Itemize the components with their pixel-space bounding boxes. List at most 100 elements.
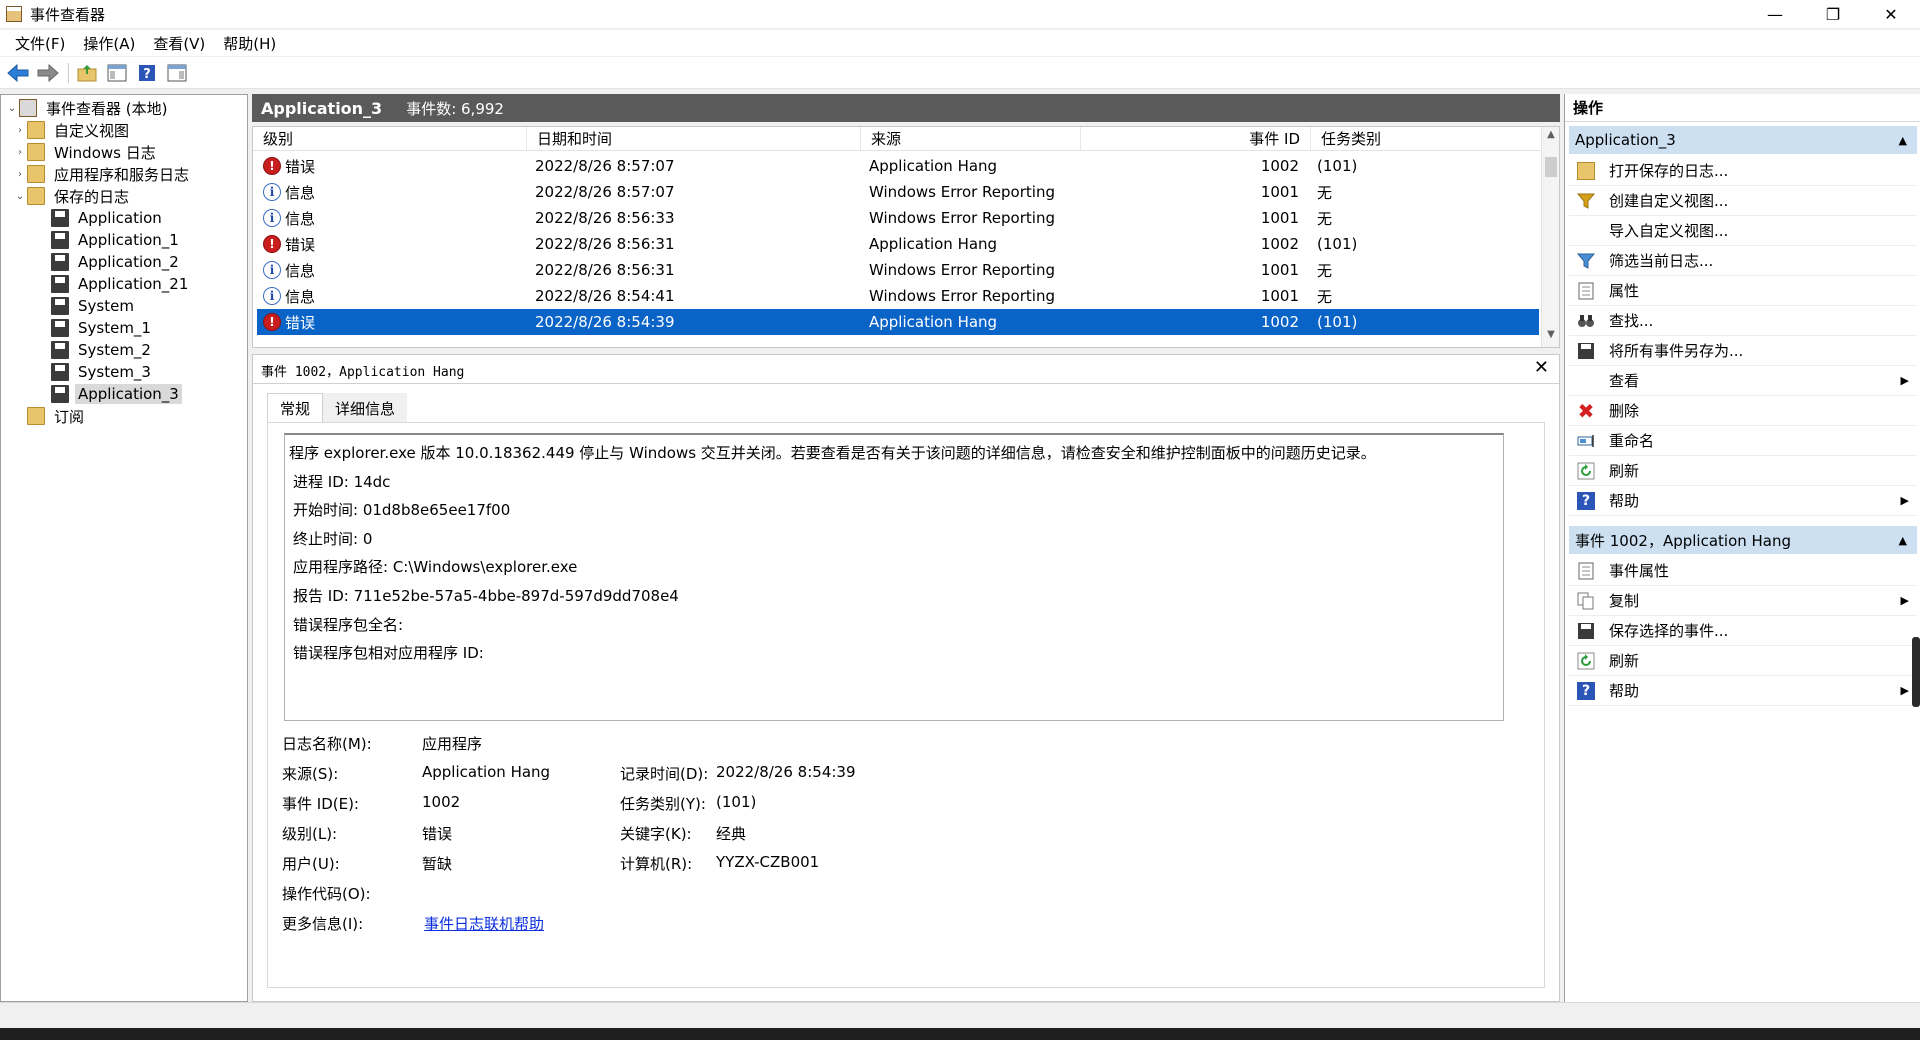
tree-item-subscriptions[interactable]: 订阅 (27, 405, 87, 427)
action-view[interactable]: 查看 ▶ (1569, 366, 1917, 396)
show-hide-action-pane-icon[interactable] (165, 62, 189, 84)
expand-caret-icon: › (18, 146, 22, 158)
event-datetime: 2022/8/26 8:57:07 (535, 183, 675, 201)
column-header-source[interactable]: 来源 (861, 127, 1081, 151)
column-header-task[interactable]: 任务类别 (1311, 127, 1543, 151)
status-bar (0, 1002, 1920, 1028)
action-refresh-event[interactable]: 刷新 (1569, 646, 1917, 676)
tree-item-saved-log[interactable]: Application_21 (51, 273, 191, 295)
delete-x-icon: ✖ (1577, 398, 1595, 423)
more-info-label: 更多信息(I): (282, 915, 364, 933)
event-task: 无 (1317, 183, 1333, 202)
action-label: 创建自定义视图... (1609, 192, 1729, 210)
computer-value: YYZX-CZB001 (716, 853, 820, 871)
action-label: 查找... (1609, 312, 1654, 330)
up-folder-icon[interactable] (75, 62, 99, 84)
binoculars-icon (1577, 312, 1595, 330)
show-hide-tree-icon[interactable] (105, 62, 129, 84)
event-row[interactable]: i 信息 2022/8/26 8:56:31 Windows Error Repo… (257, 257, 1539, 283)
folder-icon (27, 143, 45, 161)
action-import-custom-view[interactable]: 导入自定义视图... (1569, 216, 1917, 246)
scroll-down-arrow-icon[interactable]: ▼ (1542, 329, 1559, 345)
tree-item-root[interactable]: ⌄ 事件查看器 (本地) (5, 97, 170, 119)
tree-item-saved-log-selected[interactable]: Application_3 (51, 383, 182, 405)
column-header-level[interactable]: 级别 (253, 127, 527, 151)
keywords-value: 经典 (716, 825, 747, 843)
action-create-custom-view[interactable]: 创建自定义视图... (1569, 186, 1917, 216)
saved-log-icon (51, 297, 69, 315)
action-help[interactable]: ? 帮助 ▶ (1569, 486, 1917, 516)
column-header-datetime[interactable]: 日期和时间 (527, 127, 861, 151)
event-level: 信息 (285, 287, 316, 306)
tree-item-saved-log[interactable]: System_3 (51, 361, 154, 383)
event-level: 信息 (285, 183, 316, 202)
tree-item-saved-log[interactable]: Application_2 (51, 251, 182, 273)
action-refresh[interactable]: 刷新 (1569, 456, 1917, 486)
event-datetime: 2022/8/26 8:56:31 (535, 235, 675, 253)
scroll-up-arrow-icon[interactable]: ▲ (1542, 129, 1559, 145)
menu-file[interactable]: 文件(F) (6, 33, 74, 54)
action-event-properties[interactable]: 事件属性 (1569, 556, 1917, 586)
event-row-selected[interactable]: ! 错误 2022/8/26 8:54:39 Application Hang 1… (257, 309, 1539, 335)
action-save-all-events[interactable]: 将所有事件另存为... (1569, 336, 1917, 366)
event-source: Application Hang (869, 313, 998, 331)
tree-item-saved-logs[interactable]: ⌄ 保存的日志 (13, 185, 132, 207)
tree-item-saved-log[interactable]: System_2 (51, 339, 154, 361)
scroll-thumb[interactable] (1545, 157, 1557, 177)
filter-icon (1577, 252, 1595, 270)
help-icon[interactable]: ? (135, 62, 159, 84)
action-delete[interactable]: ✖ 删除 (1569, 396, 1917, 426)
event-description[interactable]: 程序 explorer.exe 版本 10.0.18362.449 停止与 Wi… (284, 433, 1504, 721)
source-label: 来源(S): (282, 765, 339, 783)
online-help-link[interactable]: 事件日志联机帮助 (424, 913, 544, 934)
tab-details[interactable]: 详细信息 (323, 393, 408, 423)
event-task: (101) (1317, 157, 1358, 175)
menu-action[interactable]: 操作(A) (74, 33, 144, 54)
column-header-event-id[interactable]: 事件 ID (1081, 127, 1311, 151)
menu-view[interactable]: 查看(V) (144, 33, 214, 54)
event-list-scrollbar[interactable]: ▲ ▼ (1541, 127, 1559, 347)
action-help-event[interactable]: ? 帮助 ▶ (1569, 676, 1917, 706)
tree-label: System_2 (78, 341, 151, 359)
tree-label: 自定义视图 (54, 121, 130, 140)
event-row[interactable]: i 信息 2022/8/26 8:56:33 Windows Error Repo… (257, 205, 1539, 231)
actions-section-event[interactable]: 事件 1002，Application Hang ▲ (1569, 526, 1917, 554)
tree-label: Application_21 (78, 275, 189, 293)
user-value: 暂缺 (422, 855, 453, 873)
action-copy[interactable]: 复制 ▶ (1569, 586, 1917, 616)
action-rename[interactable]: 重命名 (1569, 426, 1917, 456)
action-label: 事件属性 (1609, 562, 1670, 580)
event-datetime: 2022/8/26 8:54:39 (535, 313, 675, 331)
event-row[interactable]: ! 错误 2022/8/26 8:57:07 Application Hang 1… (257, 153, 1539, 179)
tree-item-saved-log[interactable]: System_1 (51, 317, 154, 339)
maximize-button[interactable]: ❐ (1804, 0, 1862, 28)
close-window-button[interactable]: ✕ (1862, 0, 1920, 28)
tab-general[interactable]: 常规 (267, 393, 324, 423)
menu-help[interactable]: 帮助(H) (214, 33, 285, 54)
event-row[interactable]: ! 错误 2022/8/26 8:56:31 Application Hang 1… (257, 231, 1539, 257)
tree-item-app-service-logs[interactable]: › 应用程序和服务日志 (13, 163, 192, 185)
event-source: Windows Error Reporting (869, 209, 1055, 227)
tree-item-saved-log[interactable]: System (51, 295, 137, 317)
back-arrow-icon[interactable] (6, 62, 30, 84)
actions-section-log[interactable]: Application_3 ▲ (1569, 126, 1917, 154)
event-row[interactable]: i 信息 2022/8/26 8:54:41 Windows Error Repo… (257, 283, 1539, 309)
tree-label: Application_1 (78, 231, 179, 249)
actions-scrollbar[interactable] (1912, 637, 1920, 707)
tree-item-saved-log[interactable]: Application_1 (51, 229, 182, 251)
action-filter-current-log[interactable]: 筛选当前日志... (1569, 246, 1917, 276)
tree-item-saved-log[interactable]: Application (51, 207, 165, 229)
tree-item-windows-logs[interactable]: › Windows 日志 (13, 141, 159, 163)
action-open-saved-log[interactable]: 打开保存的日志... (1569, 156, 1917, 186)
action-properties[interactable]: 属性 (1569, 276, 1917, 306)
action-find[interactable]: 查找... (1569, 306, 1917, 336)
tree-item-custom-views[interactable]: › 自定义视图 (13, 119, 132, 141)
event-row[interactable]: i 信息 2022/8/26 8:57:07 Windows Error Repo… (257, 179, 1539, 205)
saved-log-icon (51, 231, 69, 249)
close-detail-icon[interactable]: ✕ (1534, 357, 1549, 378)
forward-arrow-icon[interactable] (36, 62, 60, 84)
event-properties: 日志名称(M): 应用程序 来源(S): Application Hang 记录… (282, 723, 1522, 963)
event-detail-pane: 事件 1002，Application Hang ✕ 常规 详细信息 程序 ex… (252, 354, 1560, 1002)
minimize-button[interactable]: — (1746, 0, 1804, 28)
action-save-selected-events[interactable]: 保存选择的事件... (1569, 616, 1917, 646)
